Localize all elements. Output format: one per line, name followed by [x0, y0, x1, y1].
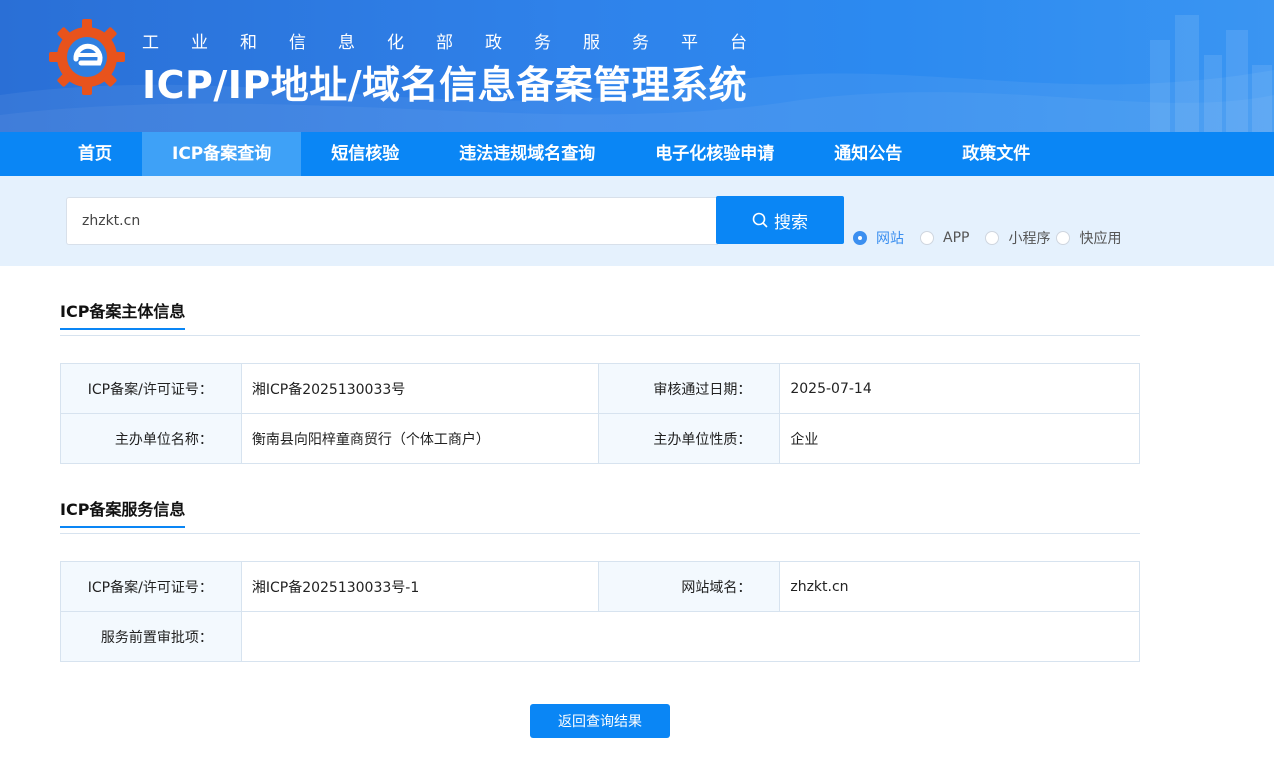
service-info-table: ICP备案/许可证号： 湘ICP备2025130033号-1 网站域名： zhz… — [60, 561, 1141, 662]
radio-app[interactable]: APP — [920, 230, 969, 246]
radio-label: 快应用 — [1079, 231, 1122, 247]
field-label: ICP备案/许可证号： — [60, 363, 242, 414]
section-title: ICP备案主体信息 — [60, 298, 186, 330]
main-nav: 首页 ICP备案查询 短信核验 违法违规域名查询 电子化核验申请 通知公告 政策… — [0, 132, 1274, 176]
table-row: ICP备案/许可证号： 湘ICP备2025130033号 审核通过日期： 202… — [60, 363, 1140, 414]
radio-dot — [985, 231, 1000, 245]
radio-mini-program[interactable]: 小程序 — [985, 228, 1050, 248]
search-icon — [752, 212, 768, 228]
search-button[interactable]: 搜索 — [716, 196, 844, 244]
section-title: ICP备案服务信息 — [60, 496, 186, 528]
field-label: 网站域名： — [597, 561, 781, 612]
radio-dot — [920, 231, 934, 245]
radio-website[interactable]: 网站 — [853, 228, 904, 248]
organizer-name-value: 衡南县向阳梓童商贸行（个体工商户） — [240, 413, 599, 464]
radio-label: 网站 — [876, 231, 904, 247]
search-button-label: 搜索 — [774, 212, 808, 233]
service-info-section: ICP备案服务信息 ICP备案/许可证号： 湘ICP备2025130033号-1… — [60, 494, 1141, 662]
organizer-type-value: 企业 — [779, 413, 1140, 464]
pre-approval-value — [240, 611, 1141, 662]
radio-label: 小程序 — [1008, 231, 1051, 247]
approval-date-value: 2025-07-14 — [779, 363, 1140, 414]
ministry-logo — [49, 19, 125, 95]
nav-notices[interactable]: 通知公告 — [804, 132, 932, 176]
system-title: ICP/IP地址/域名信息备案管理系统 — [142, 63, 748, 107]
nav-icp-query[interactable]: ICP备案查询 — [142, 132, 302, 176]
field-label: 主办单位名称： — [60, 413, 242, 464]
nav-sms-verify[interactable]: 短信核验 — [301, 132, 429, 176]
field-label: 服务前置审批项： — [60, 611, 242, 662]
table-row: ICP备案/许可证号： 湘ICP备2025130033号-1 网站域名： zhz… — [60, 561, 1140, 612]
back-to-results-button[interactable]: 返回查询结果 — [530, 704, 670, 738]
search-input[interactable] — [66, 197, 718, 245]
nav-electronic-verify-apply[interactable]: 电子化核验申请 — [625, 132, 804, 176]
search-band: 搜索 网站 APP 小程序 快应用 — [0, 176, 1274, 266]
entity-info-table: ICP备案/许可证号： 湘ICP备2025130033号 审核通过日期： 202… — [60, 363, 1140, 464]
license-number-value: 湘ICP备2025130033号 — [240, 363, 599, 414]
radio-label: APP — [943, 230, 970, 246]
domain-value: zhzkt.cn — [779, 561, 1140, 612]
table-row: 主办单位名称： 衡南县向阳梓童商贸行（个体工商户） 主办单位性质： 企业 — [60, 413, 1140, 464]
field-label: ICP备案/许可证号： — [60, 561, 242, 612]
field-label: 审核通过日期： — [597, 363, 781, 414]
nav-policy-docs[interactable]: 政策文件 — [932, 132, 1060, 176]
section-header: ICP备案主体信息 — [60, 296, 1140, 336]
platform-subtitle: 工业和信息化部政务服务平台 — [142, 33, 779, 53]
section-header: ICP备案服务信息 — [60, 494, 1140, 534]
table-row: 服务前置审批项： — [60, 611, 1141, 662]
radio-dot — [853, 231, 867, 245]
site-header: 工业和信息化部政务服务平台 ICP/IP地址/域名信息备案管理系统 — [0, 0, 1274, 132]
service-license-value: 湘ICP备2025130033号-1 — [240, 561, 599, 612]
radio-dot — [1056, 231, 1071, 245]
nav-illegal-domain-query[interactable]: 违法违规域名查询 — [429, 132, 625, 176]
search-type-group: 网站 APP 小程序 快应用 — [853, 228, 1137, 248]
field-label: 主办单位性质： — [597, 413, 781, 464]
entity-info-section: ICP备案主体信息 ICP备案/许可证号： 湘ICP备2025130033号 审… — [60, 296, 1140, 464]
nav-home[interactable]: 首页 — [48, 132, 142, 176]
radio-quick-app[interactable]: 快应用 — [1056, 228, 1121, 248]
